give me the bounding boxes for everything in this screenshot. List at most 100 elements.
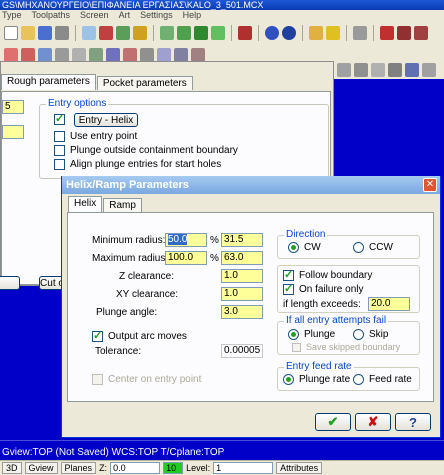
direction-group: Direction CW CCW — [277, 229, 420, 259]
skip-radio[interactable] — [353, 329, 364, 340]
pencil-icon[interactable] — [309, 26, 323, 40]
save-icon[interactable] — [38, 26, 52, 40]
wrench-icon[interactable] — [353, 26, 367, 40]
arc-icon[interactable] — [38, 47, 52, 62]
entry-options-title: Entry options — [46, 98, 109, 109]
view-icon[interactable] — [354, 63, 368, 77]
break-icon[interactable] — [123, 47, 137, 62]
gview-button[interactable]: Gview — [24, 462, 58, 474]
shading-icon[interactable] — [238, 26, 252, 40]
tab-pocket-parameters[interactable]: Pocket parameters — [96, 76, 193, 90]
length-exceeds-input[interactable]: 20.0 — [368, 297, 410, 311]
level-label: Level: — [186, 463, 211, 473]
view-icon[interactable] — [388, 63, 402, 77]
ccw-radio[interactable] — [353, 242, 364, 253]
pan-icon[interactable] — [99, 26, 113, 40]
fillet-icon[interactable] — [89, 47, 103, 62]
3d-button[interactable]: 3D — [2, 462, 22, 474]
use-entry-point-checkbox[interactable] — [54, 131, 65, 142]
view-icon[interactable] — [405, 63, 419, 77]
follow-boundary-checkbox[interactable] — [283, 268, 294, 281]
entry-helix-checkbox[interactable] — [54, 112, 65, 125]
output-arc-checkbox[interactable] — [92, 329, 103, 342]
min-radius-label: Minimum radius: — [92, 235, 166, 246]
globe-icon[interactable] — [265, 26, 279, 40]
delete-icon[interactable] — [140, 47, 154, 62]
xform-icon[interactable] — [157, 47, 171, 62]
sphere-icon[interactable] — [282, 26, 296, 40]
on-failure-checkbox[interactable] — [283, 282, 294, 295]
cancel-button[interactable]: ✘ — [355, 413, 391, 431]
star-icon[interactable] — [326, 26, 340, 40]
menu-toolpaths[interactable]: Toolpaths — [32, 10, 71, 21]
main-toolbar — [0, 21, 444, 45]
menu-settings[interactable]: Settings — [140, 10, 173, 21]
plunge-outside-checkbox[interactable] — [54, 145, 65, 156]
cw-radio[interactable] — [288, 242, 299, 253]
view-icon[interactable] — [371, 63, 385, 77]
attributes-button[interactable]: Attributes — [276, 462, 323, 474]
menu-help[interactable]: Help — [183, 10, 202, 21]
cw-label: CW — [304, 242, 321, 253]
mirror-icon[interactable] — [174, 47, 188, 62]
z-depth-field[interactable]: 0.0 — [110, 462, 161, 474]
fit-icon[interactable] — [116, 26, 130, 40]
min-radius-abs-input[interactable]: 31.5 — [221, 233, 263, 247]
max-radius-abs-input[interactable]: 63.0 — [221, 251, 263, 265]
spline-icon[interactable] — [55, 47, 69, 62]
tab-ramp[interactable]: Ramp — [103, 198, 142, 212]
min-radius-percent-input[interactable]: 50.0 — [165, 233, 207, 247]
print-icon[interactable] — [55, 26, 69, 40]
xy-clearance-input[interactable]: 1.0 — [221, 287, 263, 301]
toolbar-separator — [75, 25, 76, 41]
entry-fail-title: If all entry attempts fail — [284, 315, 389, 326]
cube-front-icon[interactable] — [177, 26, 191, 40]
status-bar: 3D Gview Planes Z: 0.0 10 Level: 1 Attri… — [0, 460, 444, 475]
close-icon[interactable]: ✕ — [423, 178, 437, 192]
plunge-angle-input[interactable]: 3.0 — [221, 305, 263, 319]
open-file-icon[interactable] — [21, 26, 35, 40]
plunge-radio[interactable] — [288, 329, 299, 340]
align-plunge-checkbox[interactable] — [54, 159, 65, 170]
view-status-line: Gview:TOP (Not Saved) WCS:TOP T/Cplane:T… — [2, 447, 225, 458]
verify-icon[interactable] — [397, 26, 411, 40]
cube-top-icon[interactable] — [160, 26, 174, 40]
menu-type[interactable]: Type — [2, 10, 22, 21]
trim-icon[interactable] — [106, 47, 120, 62]
point-icon[interactable] — [4, 47, 18, 62]
use-entry-point-row: Use entry point — [54, 131, 137, 142]
plunge-rate-radio[interactable] — [283, 374, 294, 385]
help-button[interactable]: ? — [395, 413, 431, 431]
backplot-icon[interactable] — [414, 26, 428, 40]
cube-iso-icon[interactable] — [211, 26, 225, 40]
xy-clearance-label: XY clearance: — [116, 289, 179, 300]
on-failure-label: On failure only — [299, 284, 364, 295]
zoom-icon[interactable] — [82, 26, 96, 40]
tab-helix[interactable]: Helix — [68, 196, 103, 212]
line-icon[interactable] — [21, 47, 35, 62]
level-color-field[interactable]: 10 — [163, 462, 184, 474]
rectangle-icon[interactable] — [72, 47, 86, 62]
new-file-icon[interactable] — [4, 26, 18, 40]
unzoom-icon[interactable] — [133, 26, 147, 40]
toolpath-icon[interactable] — [380, 26, 394, 40]
bg-left-button[interactable] — [0, 276, 20, 290]
cube-side-icon[interactable] — [194, 26, 208, 40]
tab-rough-parameters[interactable]: Rough parameters — [1, 74, 96, 90]
z-clearance-input[interactable]: 1.0 — [221, 269, 263, 283]
level-field[interactable]: 1 — [213, 462, 274, 474]
menu-screen[interactable]: Screen — [80, 10, 109, 21]
entry-helix-button[interactable]: Entry - Helix — [74, 113, 138, 127]
rotate-icon[interactable] — [191, 47, 205, 62]
view-icon[interactable] — [337, 63, 351, 77]
ok-button[interactable]: ✔ — [315, 413, 351, 431]
feed-rate-radio[interactable] — [353, 374, 364, 385]
planes-button[interactable]: Planes — [60, 462, 97, 474]
center-entry-checkbox[interactable] — [92, 374, 103, 385]
bg-value-field[interactable]: 5 — [2, 100, 24, 114]
save-skipped-checkbox[interactable] — [292, 342, 301, 352]
max-radius-percent-input[interactable]: 100.0 — [165, 251, 207, 265]
bg-value-field-2[interactable] — [2, 125, 24, 139]
menu-art[interactable]: Art — [119, 10, 131, 21]
view-icon[interactable] — [422, 63, 436, 77]
